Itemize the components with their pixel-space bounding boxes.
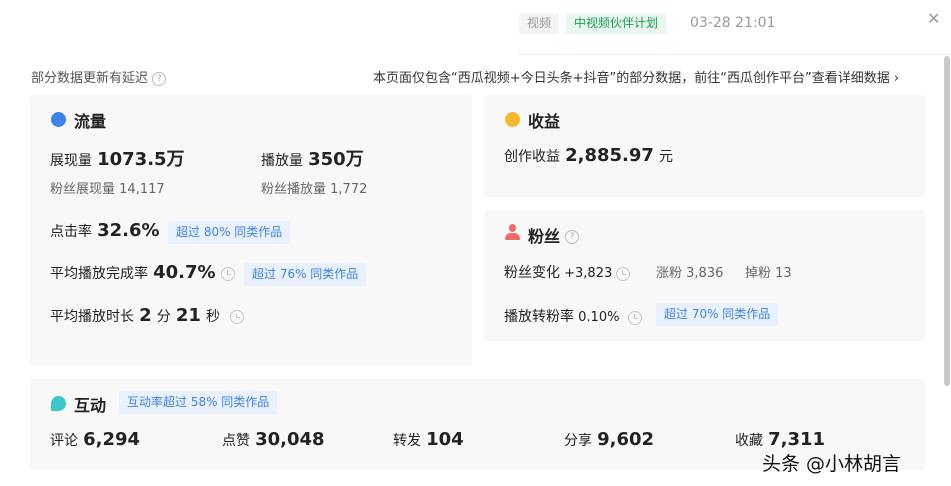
history-icon[interactable]: [616, 266, 631, 281]
completion-value: 40.7%: [153, 262, 216, 283]
traffic-card: 流量 展现量 1073.5万 播放量 350万 粉丝展现量 14,117 粉丝播…: [30, 95, 472, 366]
plays-value: 350万: [308, 149, 364, 170]
min-unit: 分: [156, 309, 171, 325]
history-icon[interactable]: [230, 309, 245, 324]
tag-plan: 中视频伙伴计划: [566, 13, 667, 34]
fans-change-label: 粉丝变化: [504, 265, 560, 281]
delay-notice: 部分数据更新有延迟 ?: [31, 67, 167, 86]
impressions-value: 1073.5万: [97, 149, 185, 170]
gain-label: 涨粉: [656, 266, 683, 281]
conv-value: 0.10%: [578, 310, 620, 325]
fan-plays-label: 粉丝播放量: [261, 182, 327, 197]
revenue-card: 收益 创作收益 2,885.97 元: [484, 95, 925, 197]
favorites-label: 收藏: [735, 433, 763, 449]
comments-label: 评论: [50, 433, 78, 449]
traffic-icon: [51, 112, 66, 127]
fans-title: 粉丝: [528, 227, 561, 246]
platform-link[interactable]: 本页面仅包含“西瓜视频+今日头条+抖音”的部分数据，前往“西瓜创作平台”查看详细…: [373, 67, 899, 86]
ctr-label: 点击率: [50, 224, 92, 240]
conv-label: 播放转粉率: [504, 309, 574, 325]
shares-value: 9,602: [597, 429, 655, 450]
chevron-right-icon: ›: [893, 71, 900, 86]
ctr-value: 32.6%: [97, 220, 160, 241]
duration-label: 平均播放时长: [50, 309, 134, 325]
plays-label: 播放量: [261, 153, 303, 169]
revenue-unit: 元: [659, 149, 674, 165]
tag-video: 视频: [519, 13, 560, 34]
fans-card: 粉丝 ? 粉丝变化 +3,823 涨粉 3,836 掉粉 13 播放转粉率 0.…: [484, 210, 925, 341]
gain-value: 3,836: [686, 266, 724, 281]
likes-label: 点赞: [222, 433, 250, 449]
publish-time: 03-28 21:01: [690, 15, 776, 31]
fan-impr-label: 粉丝展现量: [50, 182, 116, 197]
fan-impr-value: 14,117: [119, 182, 165, 197]
divider: [518, 54, 951, 55]
duration-min: 2: [139, 305, 152, 326]
interaction-title: 互动: [74, 396, 107, 415]
completion-badge: 超过 76% 同类作品: [244, 263, 367, 286]
loss-value: 13: [775, 266, 792, 281]
help-icon[interactable]: ?: [152, 71, 167, 86]
history-icon[interactable]: [220, 266, 235, 281]
delay-text: 部分数据更新有延迟: [31, 71, 149, 86]
ctr-badge: 超过 80% 同类作品: [168, 221, 291, 244]
favorites-value: 7,311: [768, 429, 826, 450]
history-icon[interactable]: [627, 310, 642, 325]
duration-sec: 21: [175, 305, 201, 326]
help-icon[interactable]: ?: [565, 229, 579, 244]
revenue-title: 收益: [528, 112, 561, 131]
traffic-title: 流量: [74, 112, 107, 131]
revenue-label: 创作收益: [504, 149, 560, 165]
revenue-value: 2,885.97: [565, 145, 654, 166]
fans-change-value: +3,823: [564, 266, 613, 281]
user-icon: [505, 224, 520, 240]
reposts-label: 转发: [393, 433, 421, 449]
comments-value: 6,294: [83, 429, 141, 450]
likes-value: 30,048: [255, 429, 325, 450]
conv-badge: 超过 70% 同类作品: [656, 303, 779, 326]
fan-plays-value: 1,772: [330, 182, 368, 197]
reposts-value: 104: [426, 429, 464, 450]
coin-icon: [505, 112, 520, 127]
completion-label: 平均播放完成率: [50, 266, 148, 282]
shares-label: 分享: [564, 433, 592, 449]
sec-unit: 秒: [205, 309, 220, 325]
comment-icon: [51, 396, 66, 411]
loss-label: 掉粉: [745, 266, 772, 281]
impressions-label: 展现量: [50, 153, 92, 169]
close-button[interactable]: ✕: [927, 9, 940, 28]
scope-text: 本页面仅包含“西瓜视频+今日头条+抖音”的部分数据，前往“西瓜创作平台”查看详细…: [373, 71, 890, 86]
watermark: 头条 @小林胡言: [762, 453, 902, 475]
scrollbar[interactable]: [944, 56, 950, 386]
interaction-badge: 互动率超过 58% 同类作品: [119, 391, 278, 414]
